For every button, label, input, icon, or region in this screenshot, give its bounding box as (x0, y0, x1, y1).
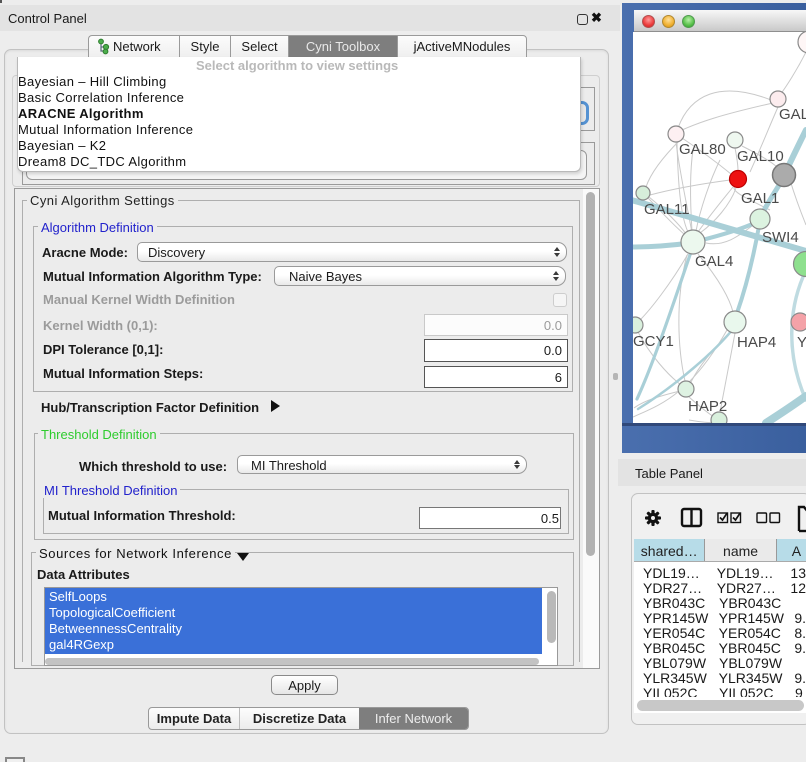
svg-text:GAL80: GAL80 (679, 141, 726, 158)
svg-text:GAL10: GAL10 (737, 148, 784, 165)
svg-text:HAP2: HAP2 (688, 398, 727, 415)
svg-text:GCY1: GCY1 (633, 333, 674, 350)
svg-text:GAL4: GAL4 (695, 253, 733, 270)
svg-text:GAL11: GAL11 (644, 201, 690, 218)
svg-text:HAP4: HAP4 (737, 334, 776, 351)
svg-text:GAL1: GAL1 (741, 190, 779, 207)
svg-text:GAL: GAL (779, 106, 806, 123)
svg-text:Y: Y (797, 334, 806, 351)
svg-text:SWI4: SWI4 (762, 229, 799, 246)
